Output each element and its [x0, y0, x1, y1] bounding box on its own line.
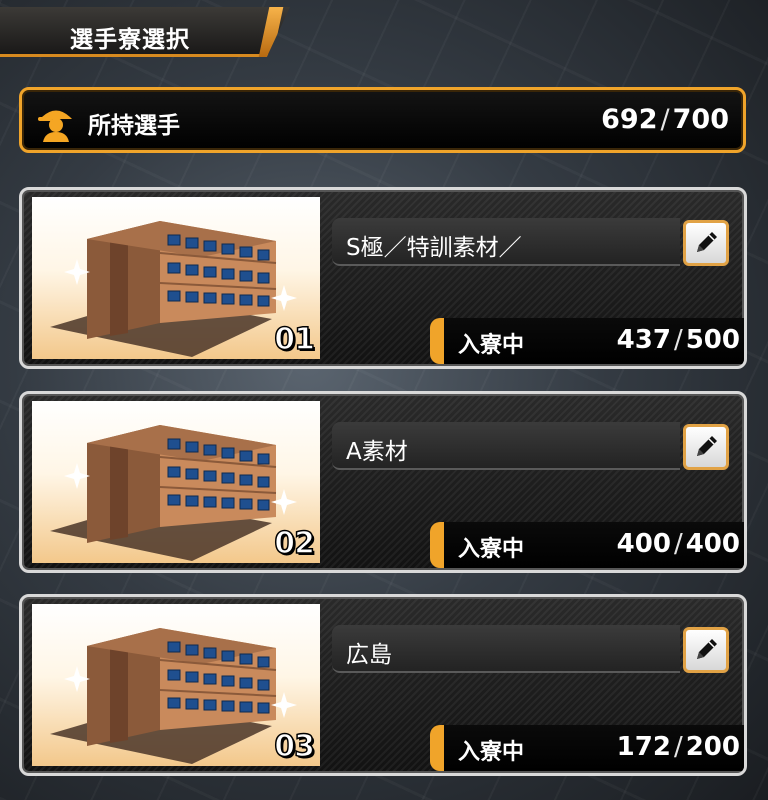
dorm-name-field: S極／特訓素材／ [332, 218, 680, 266]
dorm-occupancy: 437/500 [616, 325, 740, 355]
dorm-name: A素材 [346, 439, 408, 465]
dorm-number: 02 [274, 525, 316, 562]
edit-name-button[interactable] [683, 627, 729, 673]
status-label: 入寮中 [458, 537, 525, 562]
dorm-status-bar: 入寮中 400/400 [430, 522, 744, 568]
dorm-name: 広島 [346, 642, 392, 668]
pencil-icon [697, 232, 717, 252]
dorm-status-bar: 入寮中 172/200 [430, 725, 744, 771]
owned-max: 700 [672, 104, 729, 135]
dorm-building-icon: 02 [32, 401, 320, 563]
header-accent [258, 7, 284, 57]
dorm-name-field: 広島 [332, 625, 680, 673]
dorm-occupancy: 172/200 [616, 732, 740, 762]
dorm-building-icon: 01 [32, 197, 320, 359]
player-cap-icon [36, 102, 76, 146]
occupancy-max: 400 [685, 529, 740, 559]
page-title: 選手寮選択 [70, 27, 190, 53]
screen-header: 選手寮選択 [0, 7, 290, 57]
dorm-card-02[interactable]: 02 A素材 入寮中 400/400 [19, 391, 747, 573]
dorm-name: S極／特訓素材／ [346, 235, 522, 261]
occupancy-max: 500 [685, 325, 740, 355]
pencil-icon [697, 639, 717, 659]
dorm-name-field: A素材 [332, 422, 680, 470]
edit-name-button[interactable] [683, 424, 729, 470]
owned-players-bar: 所持選手 692/700 [19, 87, 746, 153]
owned-current: 692 [601, 104, 658, 135]
occupancy-current: 437 [616, 325, 671, 355]
status-label: 入寮中 [458, 740, 525, 765]
status-label: 入寮中 [458, 333, 525, 358]
dorm-card-01[interactable]: 01 S極／特訓素材／ 入寮中 437/500 [19, 187, 747, 369]
dorm-building-icon: 03 [32, 604, 320, 766]
occupancy-max: 200 [685, 732, 740, 762]
dorm-card-03[interactable]: 03 広島 入寮中 172/200 [19, 594, 747, 776]
pencil-icon [697, 436, 717, 456]
owned-players-count: 692/700 [601, 104, 729, 135]
dorm-occupancy: 400/400 [616, 529, 740, 559]
dorm-status-bar: 入寮中 437/500 [430, 318, 744, 364]
dorm-number: 01 [274, 321, 316, 358]
edit-name-button[interactable] [683, 220, 729, 266]
dorm-number: 03 [274, 728, 316, 765]
occupancy-current: 400 [616, 529, 671, 559]
occupancy-current: 172 [616, 732, 671, 762]
owned-players-label: 所持選手 [88, 113, 180, 139]
